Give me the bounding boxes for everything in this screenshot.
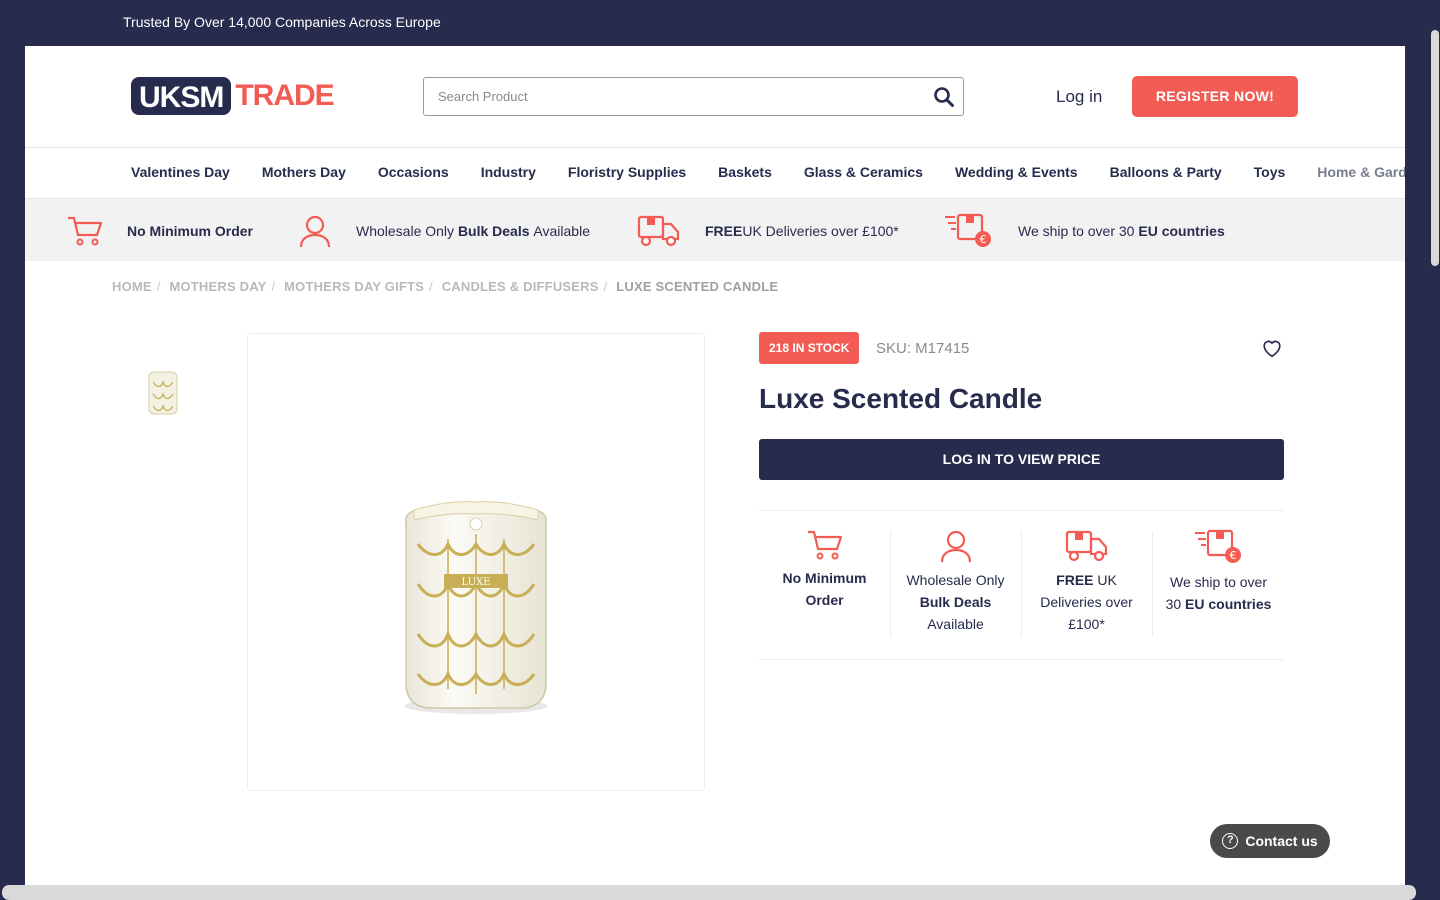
shipping-euro-icon: € (945, 213, 991, 247)
vertical-scrollbar[interactable] (1428, 0, 1440, 885)
breadcrumb-candles-diffusers[interactable]: CANDLES & DIFFUSERS (442, 279, 599, 294)
shipping-euro-icon: € (1194, 529, 1241, 563)
breadcrumb-home[interactable]: HOME (112, 279, 152, 294)
benefit-no-minimum-text: No Minimum Order (127, 222, 254, 239)
nav-item-balloons-party[interactable]: Balloons & Party (1110, 164, 1222, 184)
product-title: Luxe Scented Candle (759, 383, 1043, 414)
benefit-eu-shipping: € We ship to over 30 EU countries (944, 199, 1225, 262)
search-icon[interactable] (933, 86, 955, 108)
svg-text:€: € (980, 233, 987, 246)
product-sku: SKU: M17415 (876, 340, 970, 357)
heart-icon[interactable] (1261, 337, 1283, 359)
help-icon: ? (1222, 833, 1239, 849)
benefit-eu-pre: We ship to over 30 (1018, 222, 1135, 239)
login-link[interactable]: Log in (1056, 87, 1102, 107)
feature-free-delivery: FREE UK Deliveries over £100* (1021, 529, 1152, 641)
product-thumbnail[interactable] (143, 368, 183, 418)
nav-item-mothers-day[interactable]: Mothers Day (262, 164, 346, 184)
benefit-bulk-pre: Wholesale Only (356, 222, 455, 239)
feature-eu-line2b: EU countries (1185, 596, 1272, 612)
logo-trade: TRADE (235, 79, 334, 112)
scrollbar-thumb[interactable] (1431, 30, 1439, 266)
header-divider (25, 147, 1405, 148)
main-nav: Valentines Day Mothers Day Occasions Ind… (131, 164, 1405, 184)
site-logo[interactable]: UKSM TRADE (131, 76, 335, 116)
feature-bulk-line2: Bulk Deals (919, 594, 992, 610)
svg-text:€: € (1229, 549, 1236, 562)
feature-eu-line2a: 30 (1165, 596, 1186, 612)
nav-item-home-garden[interactable]: Home & Garden (1317, 164, 1405, 184)
product-main-image[interactable]: LUXE (247, 333, 705, 791)
nav-item-occasions[interactable]: Occasions (378, 164, 449, 184)
feature-no-minimum: No Minimum Order (759, 529, 890, 641)
trust-text: Trusted By Over 14,000 Companies Across … (123, 14, 441, 30)
nav-item-valentines-day[interactable]: Valentines Day (131, 164, 230, 184)
feature-free-line3: £100* (1068, 616, 1105, 632)
candle-image: LUXE (404, 501, 548, 714)
feature-no-minimum-line1: No Minimum (782, 570, 867, 586)
benefit-bulk-deals: Wholesale Only Bulk Deals Available (298, 199, 590, 262)
contact-us-label: Contact us (1245, 833, 1318, 849)
top-announcement-bar: Trusted By Over 14,000 Companies Across … (0, 0, 1440, 46)
benefit-free-bold: FREE (705, 222, 743, 239)
contact-us-button[interactable]: ? Contact us (1210, 824, 1330, 858)
cart-icon (807, 530, 842, 560)
search-input[interactable] (424, 78, 914, 115)
user-icon (940, 530, 971, 563)
benefit-eu-bold: EU countries (1138, 222, 1225, 239)
product-features: No Minimum Order Wholesale Only Bulk Dea… (759, 510, 1284, 660)
benefit-free-post: UK Deliveries over £100* (742, 222, 899, 239)
logo-uksm: UKSM (131, 77, 232, 115)
scrollbar-thumb[interactable] (2, 885, 1416, 900)
benefits-bar: No Minimum Order Wholesale Only Bulk Dea… (25, 198, 1405, 261)
user-icon (299, 215, 331, 247)
breadcrumb-mothers-day-gifts[interactable]: MOTHERS DAY GIFTS (284, 279, 424, 294)
feature-free-bold: FREE (1056, 572, 1094, 588)
feature-free-line2: Deliveries over (1040, 594, 1133, 610)
horizontal-scrollbar[interactable] (0, 885, 1440, 900)
login-to-view-price-button[interactable]: LOG IN TO VIEW PRICE (759, 439, 1284, 480)
feature-bulk-line3: Available (927, 616, 984, 632)
truck-icon (1065, 530, 1107, 562)
breadcrumb-current: LUXE SCENTED CANDLE (616, 279, 779, 294)
nav-item-toys[interactable]: Toys (1254, 164, 1286, 184)
benefit-bulk-bold: Bulk Deals (457, 222, 530, 239)
breadcrumb-mothers-day[interactable]: MOTHERS DAY (169, 279, 266, 294)
nav-item-glass-ceramics[interactable]: Glass & Ceramics (804, 164, 923, 184)
cart-icon (68, 216, 103, 245)
register-button[interactable]: REGISTER NOW! (1132, 76, 1298, 117)
feature-no-minimum-line2: Order (805, 592, 844, 608)
page-content: UKSM TRADE Log in REGISTER NOW! Valentin… (25, 46, 1405, 886)
nav-item-industry[interactable]: Industry (481, 164, 536, 184)
nav-item-floristry-supplies[interactable]: Floristry Supplies (568, 164, 686, 184)
feature-free-uk: UK (1093, 572, 1117, 588)
feature-eu-shipping: € We ship to over 30 EU countries (1153, 529, 1284, 641)
benefit-bulk-post: Available (533, 222, 590, 239)
feature-bulk-deals: Wholesale Only Bulk Deals Available (890, 529, 1021, 641)
feature-eu-line1: We ship to over (1169, 574, 1267, 590)
truck-icon (637, 215, 680, 246)
nav-item-baskets[interactable]: Baskets (718, 164, 772, 184)
stock-badge: 218 IN STOCK (759, 332, 860, 364)
feature-bulk-line1: Wholesale Only (906, 572, 1005, 588)
benefit-free-delivery: FREE UK Deliveries over £100* (637, 199, 899, 262)
search-box (423, 77, 964, 116)
candle-label-text: LUXE (462, 577, 491, 588)
nav-item-wedding-events[interactable]: Wedding & Events (955, 164, 1078, 184)
benefit-no-minimum: No Minimum Order (67, 199, 253, 262)
breadcrumb: HOME / MOTHERS DAY / MOTHERS DAY GIFTS / CA… (112, 279, 779, 294)
